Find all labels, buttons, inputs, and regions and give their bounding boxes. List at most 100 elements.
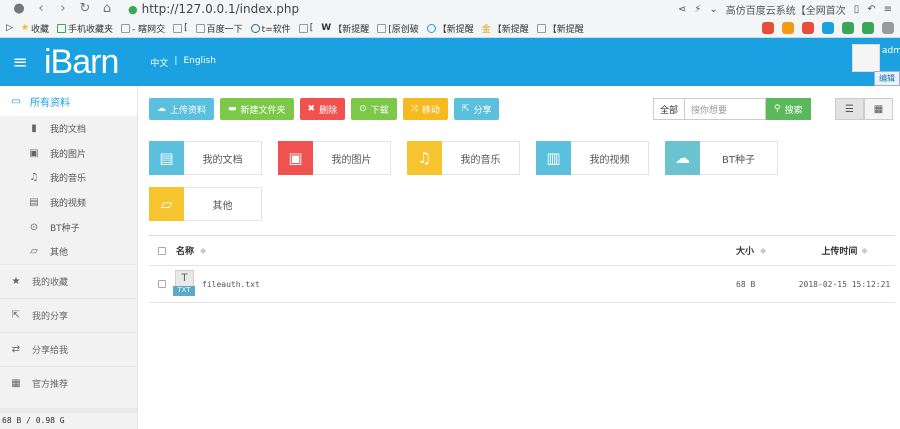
star-icon: ★ [11, 276, 21, 288]
bookmark[interactable]: 百度一下 [195, 22, 243, 35]
sidebar-item-my-shares[interactable]: ⇱ 我的分享 [0, 298, 137, 332]
column-time-header[interactable]: 上传时间 [821, 244, 857, 257]
search-button[interactable]: ⚲ 搜索 [766, 98, 811, 120]
table-row[interactable]: T TXT fileauth.txt 68 B 2018-02-15 15:12… [149, 266, 895, 303]
bookmark[interactable]: 【新提醒 [536, 22, 584, 35]
dropdown-icon[interactable]: ⌄ [709, 4, 717, 15]
bookmark[interactable]: 【新提醒 [426, 22, 474, 35]
lang-zh-link[interactable]: 中文 [150, 56, 168, 69]
table-header: 名称 ◆ 大小 ◆ 上传时间 ◆ [149, 235, 895, 266]
bookmark[interactable]: [ [298, 23, 313, 33]
sidebar-item-music[interactable]: ♫ 我的音乐 [0, 165, 137, 190]
share-icon: ⇱ [11, 310, 21, 322]
search-ext-icon[interactable] [822, 22, 834, 34]
list-icon: ☰ [845, 103, 854, 115]
browser-logo-icon: ● [13, 1, 25, 16]
home-icon[interactable]: ⌂ [96, 0, 118, 18]
upload-button[interactable]: ☁ 上传资料 [149, 98, 215, 120]
sidebar-item-shared-with-me[interactable]: ⇄ 分享给我 [0, 332, 137, 366]
category-documents[interactable]: ▤ 我的文档 [149, 140, 262, 175]
hamburger-menu-icon[interactable]: ≡ [6, 52, 34, 73]
column-size-header[interactable]: 大小 [736, 244, 754, 257]
avatar[interactable] [852, 44, 880, 72]
sort-icon[interactable]: ◆ [200, 246, 206, 255]
new-folder-button[interactable]: ▬ 新建文件夹 [220, 98, 294, 120]
sort-icon[interactable]: ◆ [760, 246, 766, 255]
select-all-checkbox[interactable] [158, 246, 166, 255]
bookmarks-toggle-icon[interactable]: ▷ [6, 23, 13, 33]
language-switch: 中文 | English [150, 56, 216, 69]
film-icon: ▤ [29, 196, 39, 208]
refresh-icon[interactable]: ↻ [74, 0, 96, 18]
back-icon[interactable]: ‹ [30, 0, 52, 18]
undo-icon[interactable]: ↶ [867, 4, 875, 15]
bookmark[interactable]: - 瞎网交 [121, 22, 165, 35]
browser-nav-bar: ● ‹ › ↻ ⌂ ● http://127.0.0.1/index.php ⋖… [0, 0, 900, 18]
sort-icon[interactable]: ◆ [861, 246, 867, 255]
app-logo[interactable]: iBarn [44, 43, 119, 82]
bookmark[interactable]: [ [173, 23, 188, 33]
search-suggestion[interactable]: 高仿百度云系统【全网首次 [726, 2, 846, 17]
music-icon: ♫ [29, 172, 39, 184]
grid-icon[interactable] [882, 22, 894, 34]
row-checkbox[interactable] [158, 280, 166, 288]
file-upload-time: 2018-02-15 15:12:21 [798, 279, 891, 289]
move-button[interactable]: ⤨ 移动 [402, 98, 448, 120]
storage-usage-bar [0, 408, 137, 413]
sidebar-item-documents[interactable]: ▮ 我的文档 [0, 116, 137, 141]
sidebar-item-videos[interactable]: ▤ 我的视频 [0, 190, 137, 215]
music-icon: ♫ [407, 140, 442, 175]
sidebar-item-other[interactable]: ▱ 其他 [0, 239, 137, 264]
game-icon[interactable] [842, 22, 854, 34]
file-name-link[interactable]: fileauth.txt [202, 280, 260, 289]
address-bar[interactable]: ● http://127.0.0.1/index.php [128, 2, 299, 16]
bookmark[interactable]: W 【新提醒 [321, 22, 369, 35]
globe-icon [250, 23, 260, 33]
extension-icon[interactable] [782, 22, 794, 34]
category-other[interactable]: ▱ 其他 [149, 186, 262, 221]
share-button[interactable]: ⇱ 分享 [453, 98, 500, 120]
sync-icon [426, 23, 436, 33]
extension-icon[interactable] [762, 22, 774, 34]
phone-icon[interactable]: ▯ [854, 4, 860, 15]
bookmark[interactable]: [原创破 [377, 22, 419, 35]
delete-button[interactable]: ✖ 删除 [299, 98, 346, 120]
category-videos[interactable]: ▥ 我的视频 [536, 140, 649, 175]
lang-en-link[interactable]: English [183, 56, 216, 69]
lightning-icon[interactable]: ⚡ [694, 4, 701, 15]
phone-icon [57, 23, 67, 33]
bookmark[interactable]: 金【新提醒 [482, 22, 529, 35]
bookmark[interactable]: 手机收藏夹 [57, 22, 113, 35]
grid-view-button[interactable]: ▦ [864, 98, 893, 120]
scissors-icon[interactable] [802, 22, 814, 34]
category-pictures[interactable]: ▣ 我的图片 [278, 140, 391, 175]
category-bt[interactable]: ☁ BT种子 [665, 140, 778, 175]
bookmark[interactable]: ★ 收藏 [21, 22, 49, 35]
user-dropdown-label[interactable]: 编辑 [874, 71, 900, 86]
column-name-header[interactable]: 名称 [176, 244, 194, 257]
download-button[interactable]: ⊙ 下载 [351, 98, 397, 120]
folder-icon: ▬ [228, 104, 237, 114]
page-icon [121, 23, 131, 33]
site-icon: ● [128, 2, 138, 16]
sidebar-item-all-files[interactable]: ▭ 所有资料 [0, 86, 137, 116]
address-text: http://127.0.0.1/index.php [141, 2, 300, 16]
search-scope-select[interactable]: 全部 [653, 98, 685, 120]
main-content: ☁ 上传资料 ▬ 新建文件夹 ✖ 删除 ⊙ 下载 ⤨ 移动 ⇱ 分享 全部 搜你想要 ⚲ 搜索… [138, 86, 900, 429]
category-music[interactable]: ♫ 我的音乐 [407, 140, 520, 175]
user-menu[interactable]: admin 编辑 [852, 44, 900, 86]
bookmark[interactable]: t=软件 [250, 22, 291, 35]
menu-icon[interactable]: ≡ [884, 4, 892, 15]
sidebar-item-recommended[interactable]: ▦ 官方推荐 [0, 366, 137, 400]
sidebar-item-bt[interactable]: ⊙ BT种子 [0, 215, 137, 240]
search-input[interactable]: 搜你想要 [684, 98, 767, 120]
forward-icon[interactable]: › [52, 0, 74, 18]
share-icon[interactable]: ⋖ [678, 4, 686, 15]
sidebar-item-pictures[interactable]: ▣ 我的图片 [0, 141, 137, 166]
sidebar-item-favorites[interactable]: ★ 我的收藏 [0, 264, 137, 298]
username[interactable]: admin [882, 46, 900, 56]
file-size: 68 B [736, 279, 756, 289]
file-icon: ▮ [31, 122, 37, 134]
shield-icon[interactable] [862, 22, 874, 34]
list-view-button[interactable]: ☰ [835, 98, 864, 120]
